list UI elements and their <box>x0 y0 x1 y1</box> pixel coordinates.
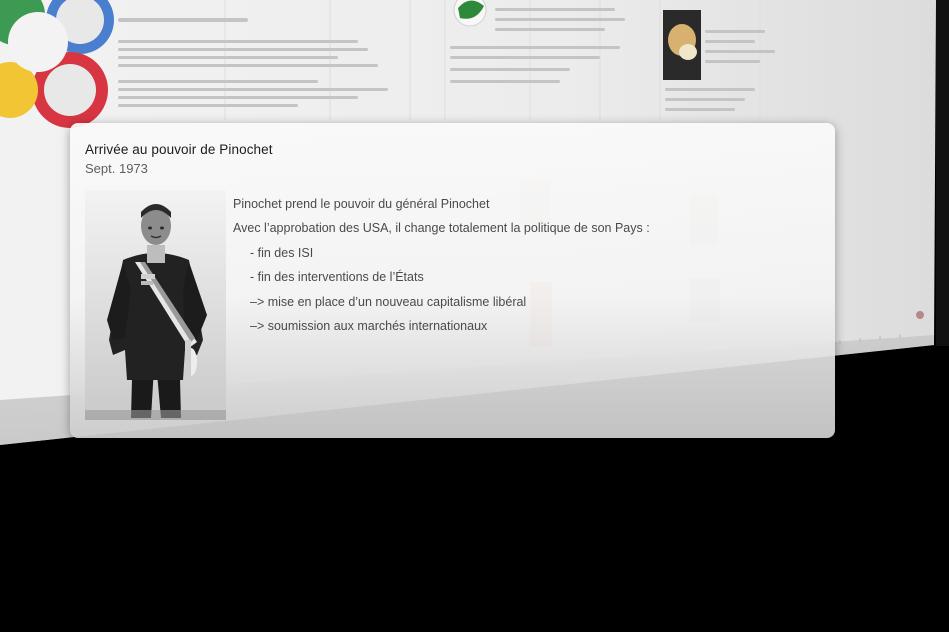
description-bullet: –> mise en place d’un nouveau capitalism… <box>250 294 527 309</box>
description-bullet: - fin des ISI <box>250 245 314 260</box>
timeline-viewer: Arrivée au pouvoir de Pinochet Sept. 197… <box>0 0 949 632</box>
event-detail-card[interactable]: Arrivée au pouvoir de Pinochet Sept. 197… <box>70 123 835 438</box>
description-bullet: –> soumission aux marchés internationaux <box>250 319 488 334</box>
description-line: Pinochet prend le pouvoir du général Pin… <box>233 197 490 211</box>
event-description: Pinochet prend le pouvoir du général Pin… <box>233 192 823 338</box>
wheel-logo <box>0 0 114 128</box>
description-line: Avec l’approbation des USA, il change to… <box>233 221 650 236</box>
event-photo[interactable] <box>85 190 226 420</box>
portrait-image <box>85 190 226 420</box>
event-date: Sept. 1973 <box>85 161 148 176</box>
description-bullet: - fin des interventions de l’États <box>250 270 424 285</box>
event-title: Arrivée au pouvoir de Pinochet <box>85 142 273 157</box>
